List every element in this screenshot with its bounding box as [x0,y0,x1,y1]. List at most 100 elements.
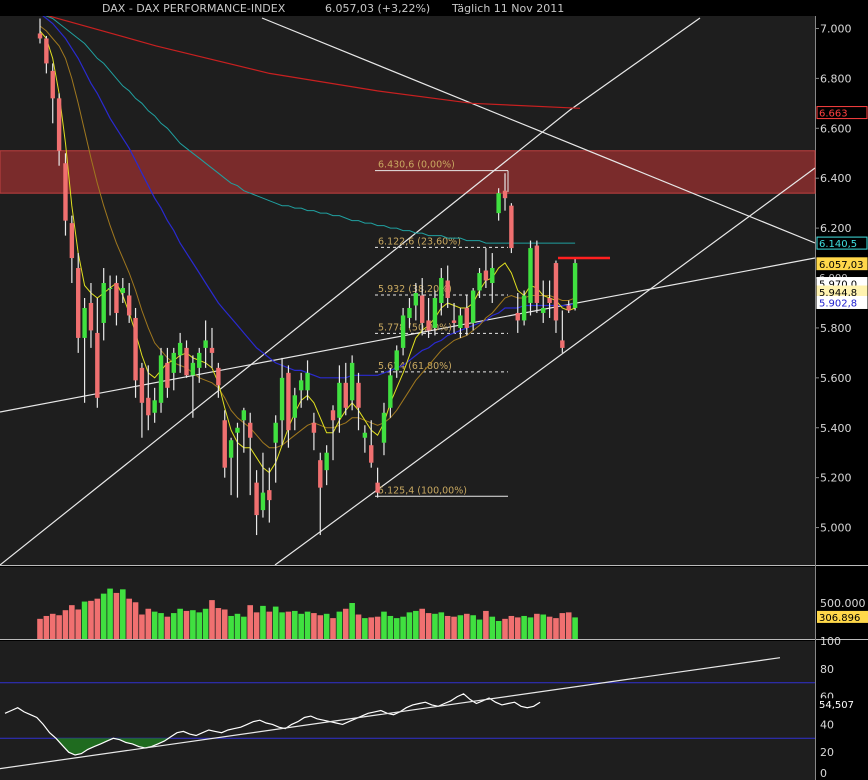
candle-down [566,305,571,311]
value-tag: 6.057,03 [819,260,864,271]
candle-down [509,205,514,249]
candle-up [228,440,234,458]
price-axis-label: 7.000 [820,22,852,35]
volume-bar-up [120,589,126,639]
volume-bar-down [419,608,425,639]
price-axis-label: 6.400 [820,172,852,185]
candle-up [324,452,329,471]
candle-up [241,410,247,421]
volume-bar-down [69,605,75,639]
volume-bar-down [368,617,375,639]
volume-bar-down [425,613,432,639]
volume-bar-up [349,603,355,639]
volume-bar-up [457,615,464,639]
fib-level-label: 5.624 (61,80%) [378,361,452,372]
candle-up [362,432,368,438]
volume-bar-down [483,610,489,639]
volume-bar-up [495,621,502,639]
volume-bar-up [489,616,496,639]
volume-bar-down [37,618,43,639]
price-axis-label: 5.400 [820,422,852,435]
volume-bar-down [139,614,145,639]
candle-up [400,315,406,348]
oscillator-axis-label: 20 [820,746,834,759]
volume-bar-down [94,598,101,639]
price-axis-label: 5.600 [820,372,852,385]
volume-bar-up [400,616,406,639]
candle-down [69,223,75,259]
candle-down [286,372,291,431]
volume-bar-down [311,613,317,639]
candle-down [139,367,145,403]
candle-up [337,382,342,418]
candle-down [560,340,565,348]
volume-bar-down [253,612,260,639]
candle-down [184,347,189,376]
volume-bar-up [177,608,183,639]
volume-bar-up [260,605,266,639]
price-axis-label: 6.800 [820,72,852,85]
volume-bar-up [540,614,547,639]
volume-bar-up [298,613,304,639]
volume-bar-up [406,612,413,639]
volume-bar-up [100,593,107,639]
candle-up [158,355,164,403]
candle-up [197,352,202,368]
volume-bar-up [241,616,247,639]
value-tag: 6.663 [819,109,848,120]
candle-up [82,307,87,338]
fib-level-label: 5.125,4 (100,00%) [378,485,467,496]
price-axis-label: 6.600 [820,122,852,135]
candle-down [464,307,469,328]
volume-bar-down [221,609,228,639]
price-axis-label: 5.800 [820,322,852,335]
volume-bar-down [444,615,451,639]
volume-bar-down [126,598,132,639]
candle-up [235,427,240,433]
volume-bar-up [572,617,578,639]
chart-window: DAX - DAX PERFORMANCE-INDEX 6.057,03 (+3… [0,0,868,780]
candle-up [541,307,546,313]
chart-canvas[interactable]: 6.430,6 (0,00%)6.122,6 (23,60%)5.932 (38… [0,0,868,780]
volume-bar-up [413,610,419,639]
candle-down [515,312,520,321]
volume-bar-down [113,592,120,639]
volume-bar-up [470,615,476,639]
oscillator-axis-label: 100 [820,635,841,648]
volume-bar-down [342,608,349,639]
candle-down [311,422,317,433]
volume-bar-down [534,613,540,639]
candle-down [56,98,62,151]
volume-bar-up [521,615,527,639]
volume-bar-up [190,610,196,639]
candle-up [521,295,527,321]
resistance-zone [0,150,816,194]
volume-bar-up [362,618,368,639]
volume-bar-up [336,611,343,639]
candle-down [547,297,552,303]
oscillator-axis-label: 80 [820,663,834,676]
volume-bar-up [292,610,298,639]
candle-down [534,245,540,303]
volume-bar-down [215,608,222,639]
candle-up [388,375,393,408]
volume-bar-up [323,613,330,639]
volume-bar-down [546,616,553,639]
price-axis-label: 5.200 [820,472,852,485]
candle-up [394,350,399,371]
volume-tag: 306.896 [819,613,860,624]
volume-bar-down [209,600,215,639]
candle-down [318,460,323,488]
volume-bar-down [247,605,254,639]
candle-up [470,290,476,323]
candle-up [273,422,278,443]
candle-down [133,317,138,381]
candle-up [439,278,444,303]
volume-bar-up [107,588,113,639]
candle-up [120,288,126,293]
candle-down [254,482,259,516]
volume-bar-down [145,608,152,639]
candle-down [37,33,43,39]
fib-level-label: 5.778 (50,00%) [378,322,452,333]
candle-down [426,320,431,331]
